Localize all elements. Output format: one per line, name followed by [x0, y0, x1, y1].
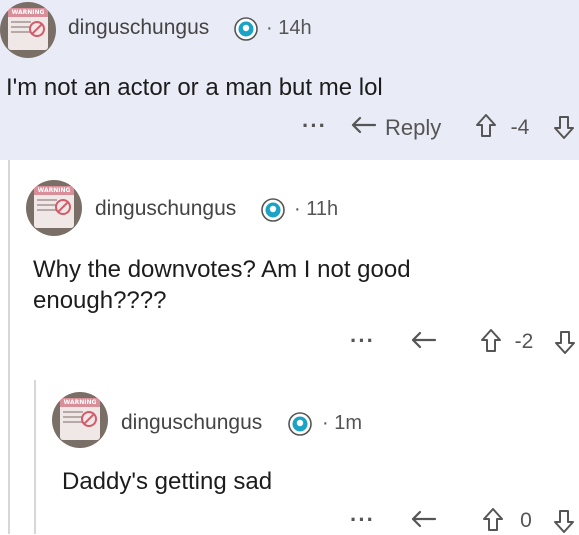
reply-arrow-icon[interactable]: [410, 508, 438, 532]
vote-score: 0: [520, 509, 532, 532]
comment-2: WARNING dinguschungus · 11h Why the down…: [0, 160, 579, 380]
avatar-sign-header: WARNING: [8, 8, 48, 17]
more-options-icon[interactable]: ···: [350, 507, 375, 533]
comment-body: Why the downvotes? Am I not good enough?…: [33, 256, 411, 314]
reply-arrow-icon[interactable]: [410, 329, 438, 353]
timestamp: · 14h: [266, 17, 312, 39]
timestamp: · 1m: [322, 412, 362, 434]
vote-score: -2: [514, 330, 534, 353]
thread-line[interactable]: [34, 380, 36, 534]
avatar[interactable]: WARNING: [26, 180, 82, 236]
thread-line[interactable]: [8, 380, 10, 534]
comment-body: Daddy's getting sad: [62, 468, 273, 495]
avatar-image: WARNING: [8, 8, 48, 50]
avatar[interactable]: WARNING: [52, 392, 108, 448]
more-options-icon[interactable]: ···: [302, 113, 327, 139]
avatar-image: WARNING: [34, 186, 74, 228]
username[interactable]: dinguschungus: [68, 16, 209, 40]
downvote-arrow-icon[interactable]: [553, 328, 577, 356]
verified-badge-icon: [234, 17, 258, 41]
vote-score: -4: [510, 116, 530, 139]
comment-1: WARNING dinguschungus · 14h I'm not an a…: [0, 0, 579, 160]
upvote-arrow-icon[interactable]: [474, 112, 498, 140]
comment-body: I'm not an actor or a man but me lol: [6, 74, 383, 101]
avatar-image: WARNING: [60, 398, 100, 440]
username[interactable]: dinguschungus: [95, 197, 236, 221]
upvote-arrow-icon[interactable]: [481, 506, 505, 534]
thread-line[interactable]: [8, 160, 10, 380]
avatar[interactable]: WARNING: [0, 2, 56, 58]
more-options-icon[interactable]: ···: [350, 328, 375, 354]
downvote-arrow-icon[interactable]: [552, 507, 576, 535]
verified-badge-icon: [261, 198, 285, 222]
comment-3: WARNING dinguschungus · 1m Daddy's getti…: [0, 380, 579, 534]
reply-button[interactable]: Reply: [385, 115, 441, 141]
upvote-arrow-icon[interactable]: [479, 327, 503, 355]
reply-arrow-icon[interactable]: [350, 114, 378, 138]
avatar-sign-header: WARNING: [60, 398, 100, 407]
username[interactable]: dinguschungus: [121, 411, 262, 435]
verified-badge-icon: [288, 412, 312, 436]
downvote-arrow-icon[interactable]: [552, 113, 576, 141]
timestamp: · 11h: [294, 198, 339, 220]
avatar-sign-header: WARNING: [34, 186, 74, 195]
